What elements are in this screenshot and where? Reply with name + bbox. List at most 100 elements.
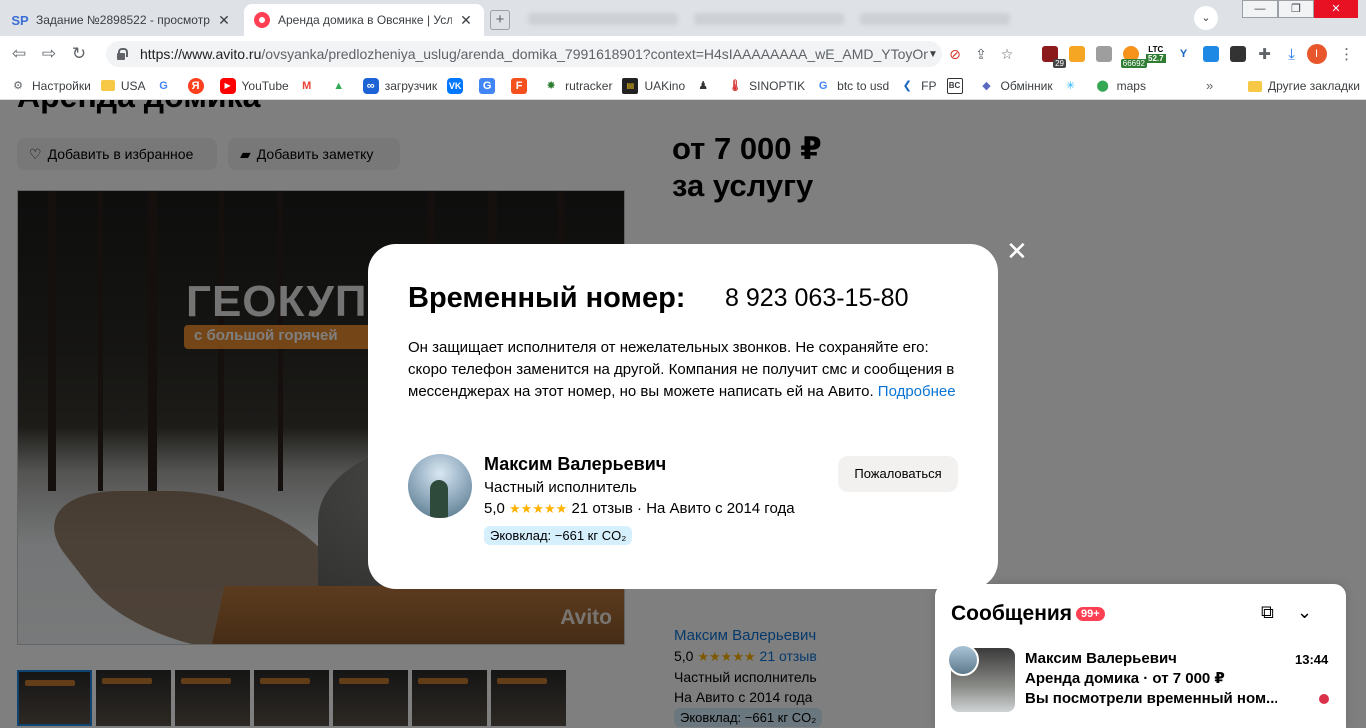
window-close-icon[interactable]: ✕	[1314, 0, 1358, 18]
translate-icon: G	[479, 77, 496, 94]
google-icon: G	[818, 79, 828, 92]
tab-search-chevron-icon[interactable]: ⌄	[1194, 6, 1218, 30]
bookmark-star-icon[interactable]: ☆	[994, 44, 1020, 64]
bookmark-loader[interactable]: ∞ загрузчик	[362, 77, 437, 94]
map-pin-icon: ⬤	[1096, 80, 1109, 92]
restore-icon[interactable]: ❐	[1278, 0, 1314, 18]
learn-more-link[interactable]: Подробнее	[878, 383, 956, 400]
bookmark-star[interactable]: ✳	[1063, 78, 1085, 94]
extension-y-icon[interactable]: Y	[1172, 44, 1196, 64]
bookmark-yandex[interactable]: Я	[187, 77, 210, 94]
infinity-icon: ∞	[362, 77, 379, 94]
sp-favicon-icon: SP	[11, 12, 29, 28]
bookmark-rutracker[interactable]: ✸ rutracker	[543, 78, 612, 94]
new-tab-button[interactable]: +	[490, 10, 510, 30]
bookmark-chess[interactable]: ♟	[695, 78, 717, 94]
downloads-icon[interactable]: ⤓	[1280, 44, 1304, 64]
lock-icon[interactable]	[116, 48, 128, 60]
forward-arrow-icon[interactable]: ⇨	[38, 43, 60, 65]
tab-title: Аренда домика в Овсянке | Услуг	[278, 13, 452, 27]
chevron-down-icon[interactable]: ⌄	[1297, 602, 1312, 623]
extension-download-icon[interactable]	[1199, 44, 1223, 64]
blocked-popup-icon[interactable]: ⊘	[942, 44, 968, 64]
gmail-icon: M	[302, 79, 312, 92]
bookmark-fp[interactable]: ❮ FP	[899, 78, 937, 94]
chat-time: 13:44	[1295, 652, 1329, 667]
open-external-icon[interactable]: ⧉	[1261, 602, 1274, 623]
phone-number[interactable]: 8 923 063-15-80	[725, 284, 908, 313]
seller-name[interactable]: Максим Валерьевич	[484, 454, 666, 475]
reviews-count[interactable]: 21 отзыв	[571, 500, 632, 517]
modal-close-icon[interactable]: ✕	[1006, 238, 1028, 264]
chat-avatar	[947, 644, 979, 676]
browser-tab-bar: SP Задание №2898522 - просмотр з ✕ Аренд…	[0, 0, 1366, 52]
bookmark-vk[interactable]: VK	[447, 77, 469, 94]
chat-subject[interactable]: Аренда домика · от 7 000 ₽	[1025, 669, 1225, 687]
rutracker-icon: ✸	[546, 80, 556, 92]
extensions-area: 29 66692 LTC 52.7 Y ✚ ⤓ I ⋮	[1038, 36, 1362, 72]
bookmark-settings[interactable]: ⚙ Настройки	[10, 78, 91, 94]
seller-role: Частный исполнитель	[484, 479, 637, 496]
bookmark-maps[interactable]: ⬤ maps	[1095, 78, 1146, 94]
chat-contact-name[interactable]: Максим Валерьевич	[1025, 650, 1177, 667]
tab-title: Задание №2898522 - просмотр з	[36, 13, 210, 27]
tab-task[interactable]: SP Задание №2898522 - просмотр з ✕	[2, 4, 242, 36]
bookmark-bc[interactable]: BC	[946, 77, 969, 94]
bookmark-drive[interactable]: ▲	[331, 78, 353, 94]
gear-icon: ⚙	[13, 80, 23, 92]
eco-badge: Эковклад: −661 кг CO₂	[484, 526, 633, 545]
tab-avito[interactable]: Аренда домика в Овсянке | Услуг ✕	[244, 4, 484, 36]
window-controls: — ❐ ✕	[1242, 0, 1358, 18]
bookmark-youtube[interactable]: ▶ YouTube	[219, 77, 289, 94]
sparkle-icon: ✳	[1065, 80, 1076, 92]
folder-icon	[100, 80, 115, 91]
seller-avatar[interactable]	[408, 454, 472, 518]
extension-shield-icon[interactable]: 29	[1038, 44, 1066, 68]
reload-icon[interactable]: ↻	[68, 43, 90, 65]
bookmark-f[interactable]: F	[511, 77, 533, 94]
temp-number-modal: Временный номер: 8 923 063-15-80 Он защи…	[368, 244, 998, 589]
chat-preview[interactable]: Вы посмотрели временный ном...	[1025, 690, 1277, 707]
avito-favicon-icon	[254, 12, 270, 28]
unread-dot-icon	[1319, 694, 1329, 704]
bookmarks-bar: ⚙ Настройки USA G Я ▶ YouTube M ▲ ∞ загрузч…	[0, 72, 1366, 100]
messages-title[interactable]: Сообщения 99+	[951, 602, 1105, 626]
bookmark-usa[interactable]: USA	[100, 79, 146, 93]
bookmark-gmail[interactable]: M	[299, 78, 321, 94]
bookmark-sinoptik[interactable]: 🌡 SINOPTIK	[727, 78, 805, 94]
bookmark-other[interactable]: Другие закладки	[1248, 72, 1360, 100]
messages-panel: Сообщения 99+ ⧉ ⌄ Максим Валерьевич Аренд…	[935, 584, 1346, 728]
minimize-icon[interactable]: —	[1242, 0, 1278, 18]
exchanger-icon: ◆	[982, 80, 991, 92]
bookmark-exchanger[interactable]: ◆ Обмінник	[979, 78, 1052, 94]
extension-bag-icon[interactable]	[1092, 44, 1116, 64]
address-bar[interactable]: https://www.avito.ru/ovsyanka/predlozhen…	[106, 41, 942, 67]
bookmark-google[interactable]: G	[156, 78, 178, 94]
back-arrow-icon[interactable]: ⇦	[8, 43, 30, 65]
browser-menu-icon[interactable]: ⋮	[1335, 44, 1359, 64]
tab-close-icon[interactable]: ✕	[458, 12, 474, 29]
bookmark-btc[interactable]: Gbtc to usd	[815, 78, 889, 94]
omnibox-dropdown-icon[interactable]: ▼	[928, 49, 942, 60]
share-icon[interactable]: ⇪	[968, 44, 994, 64]
thermometer-icon: 🌡	[728, 80, 743, 92]
bookmark-uakino[interactable]: ▤ UAKino	[622, 77, 685, 94]
google-icon: G	[159, 79, 168, 92]
bookmarks-more-icon[interactable]: »	[1206, 78, 1213, 93]
extension-terminal-icon[interactable]	[1226, 44, 1250, 64]
browser-toolbar: ⇦ ⇨ ↻ https://www.avito.ru/ovsyanka/pred…	[0, 36, 1366, 72]
rating-stars-icon: ★★★★★	[509, 501, 568, 516]
yandex-icon: Я	[187, 77, 204, 94]
unread-count-badge: 99+	[1076, 607, 1105, 622]
extensions-puzzle-icon[interactable]: ✚	[1253, 44, 1277, 64]
url-text[interactable]: https://www.avito.ru/ovsyanka/predlozhen…	[140, 46, 928, 62]
extension-bitcoin-icon[interactable]: 66692	[1119, 44, 1147, 68]
seller-rating-row: 5,0 ★★★★★ 21 отзыв · На Авито с 2014 год…	[484, 500, 795, 517]
extension-ltc-icon[interactable]: LTC 52.7	[1146, 45, 1166, 63]
extension-badge-icon[interactable]	[1065, 44, 1089, 64]
report-button[interactable]: Пожаловаться	[838, 456, 958, 492]
modal-title: Временный номер:	[408, 282, 686, 314]
profile-avatar[interactable]: I	[1306, 44, 1327, 64]
tab-close-icon[interactable]: ✕	[216, 12, 232, 29]
bookmark-translate[interactable]: G	[479, 77, 501, 94]
